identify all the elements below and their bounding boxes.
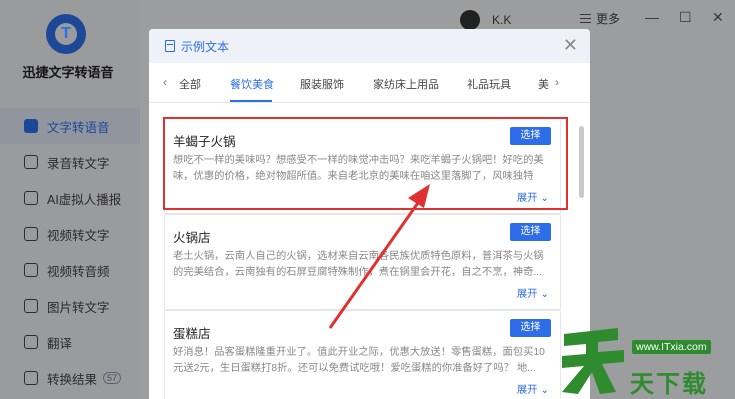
card-description: 老土火锅，云南人自己的火锅，选材来自云南各民族优质特色原料，普洱茶与火锅 的完美结… [173,249,551,281]
dialog-title: 示例文本 [181,39,230,54]
scrollbar[interactable] [579,126,584,198]
tab-food[interactable]: 餐饮美食 [230,76,274,92]
tab-all[interactable]: 全部 [179,76,201,92]
chevron-down-icon: ⌄ [540,385,549,396]
highlight-box [163,117,568,210]
select-button[interactable]: 选择 [510,223,551,241]
tab-gifts-toys[interactable]: 礼品玩具 [467,76,511,92]
list-item[interactable]: 火锅店 选择 老土火锅，云南人自己的火锅，选材来自云南各民族优质特色原料，普洱茶… [164,214,561,310]
expand-link[interactable]: 展开 ⌄ [517,285,549,300]
card-description-line: 好消息！品客蛋糕隆重开业了。值此开业之际，优惠大放送！零售蛋糕，面包买10 [173,347,545,358]
card-description-line: 的完美结合，云南独有的石屏豆腐特殊制作，煮在锅里会开花，自之不烹，神奇... [173,267,542,278]
select-button[interactable]: 选择 [510,319,551,337]
category-tabs: ‹ 全部 餐饮美食 服装服饰 家纺床上用品 礼品玩具 美 › [149,63,590,103]
card-title: 蛋糕店 [173,327,211,341]
tab-clothing[interactable]: 服装服饰 [300,76,344,92]
document-icon [165,40,175,52]
watermark-glyph [562,328,624,394]
card-description: 好消息！品客蛋糕隆重开业了。值此开业之际，优惠大放送！零售蛋糕，面包买10 元送2… [173,345,551,377]
tab-beauty[interactable]: 美 [538,76,549,92]
card-description-line: 元送2元，生日蛋糕打8折。还可以免费试吃哦！爱吃蛋糕的你准备好了吗？ 地... [173,363,536,374]
chevron-right-icon[interactable]: › [555,75,559,89]
expand-label: 展开 [516,289,538,300]
sample-text-dialog: 示例文本 ✕ ‹ 全部 餐饮美食 服装服饰 家纺床上用品 礼品玩具 美 › 羊蝎… [149,29,590,399]
active-tab-indicator [230,100,272,102]
watermark-site: 天下载 [630,371,708,398]
chevron-left-icon[interactable]: ‹ [163,75,167,89]
list-item[interactable]: 蛋糕店 选择 好消息！品客蛋糕隆重开业了。值此开业之际，优惠大放送！零售蛋糕，面… [164,310,561,399]
chevron-down-icon: ⌄ [540,289,549,300]
close-icon[interactable]: ✕ [563,35,578,55]
dialog-header: 示例文本 ✕ [149,29,590,63]
card-title: 火锅店 [173,231,211,245]
watermark-url: www.ITxia.com [632,340,711,354]
tab-bedding[interactable]: 家纺床上用品 [373,76,439,92]
card-description-line: 老土火锅，云南人自己的火锅，选材来自云南各民族优质特色原料，普洱茶与火锅 [173,251,544,262]
expand-link[interactable]: 展开 ⌄ [517,381,549,396]
expand-label: 展开 [516,385,538,396]
watermark-logo [562,328,624,394]
